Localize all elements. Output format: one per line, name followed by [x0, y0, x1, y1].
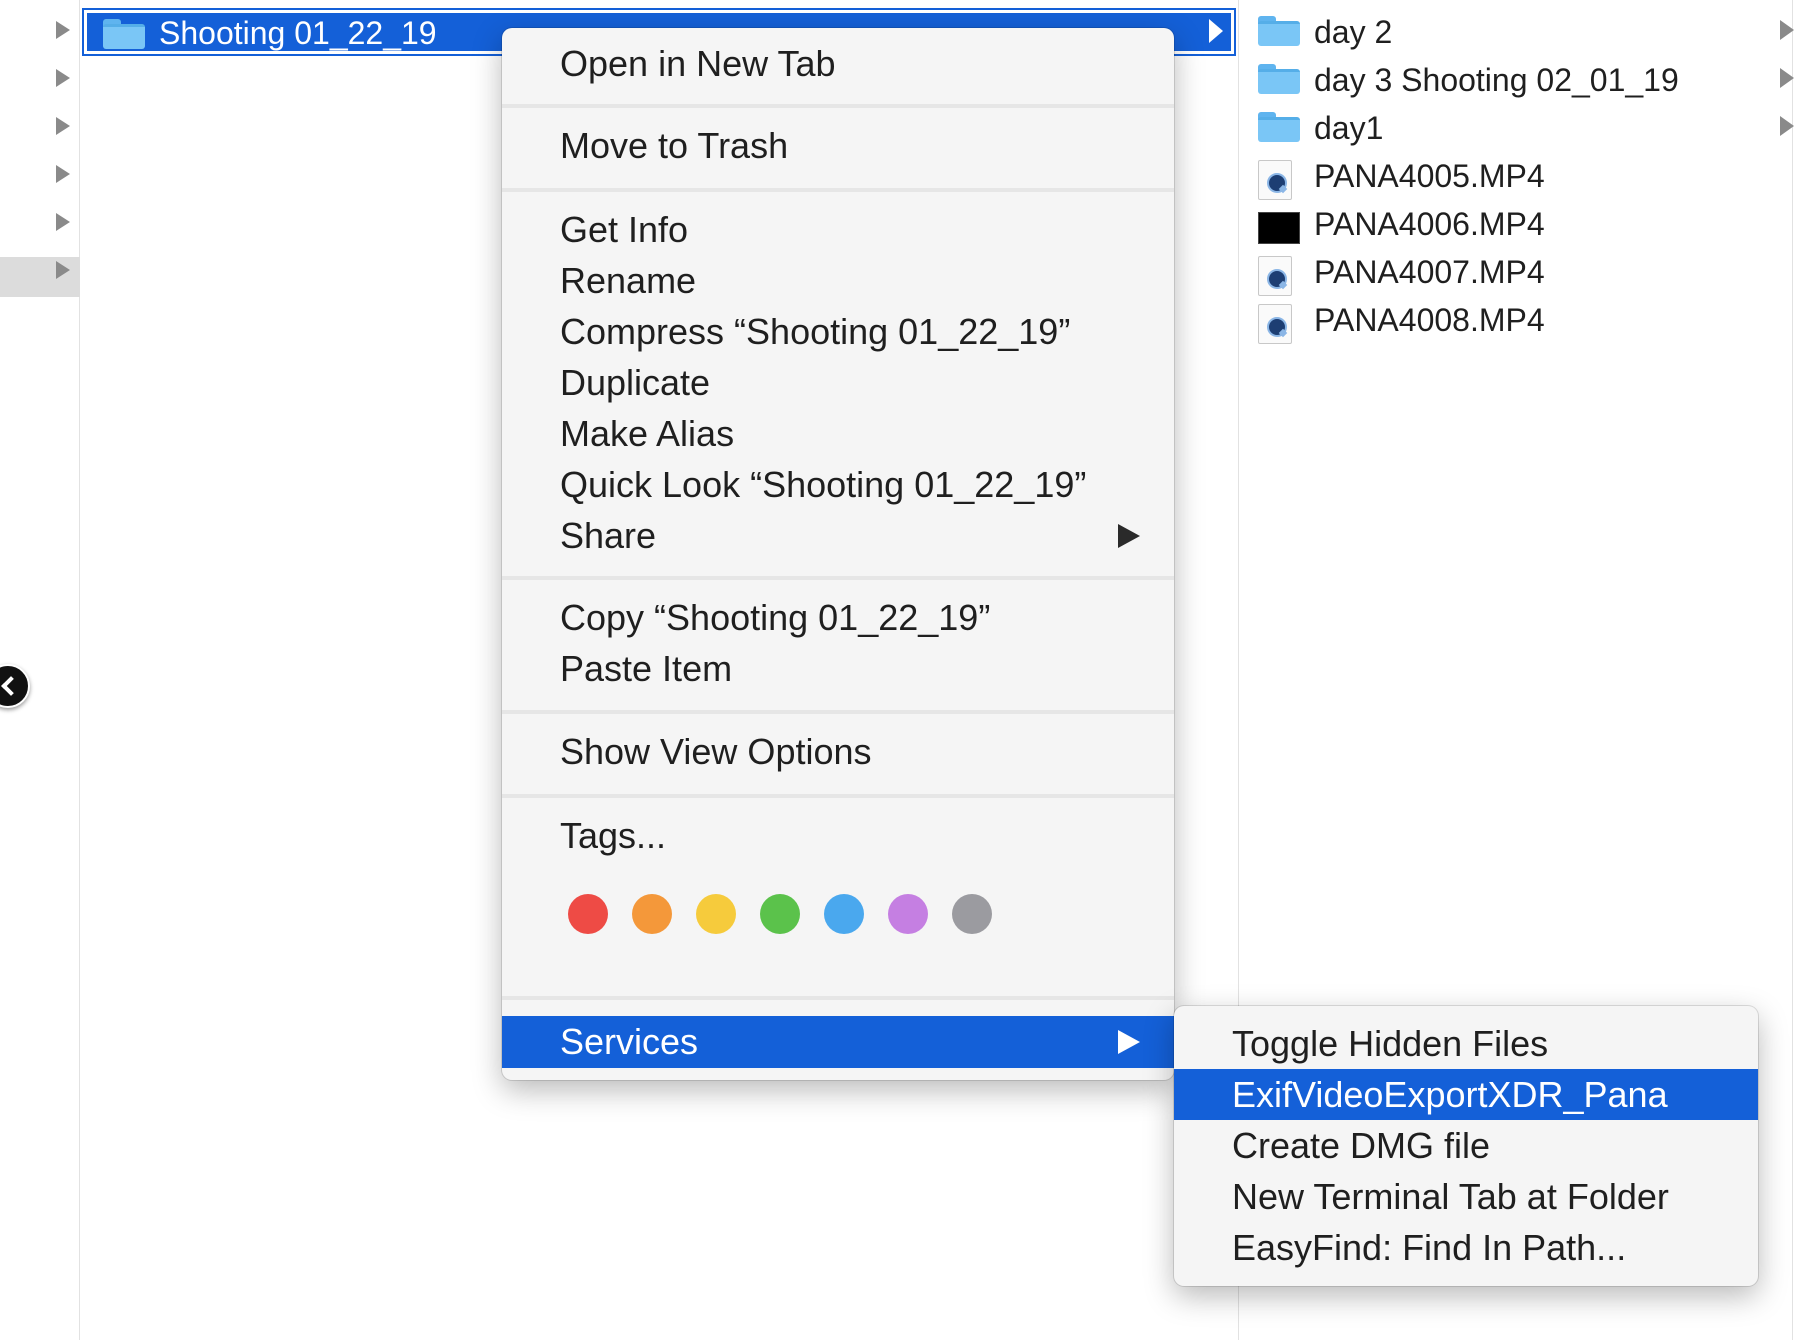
menu-separator: [502, 104, 1174, 108]
menu-item-services-label: Services: [560, 1021, 699, 1062]
disclosure-triangle-icon[interactable]: [56, 69, 70, 87]
list-item[interactable]: PANA4005.MP4: [1254, 156, 1804, 204]
services-submenu: Toggle Hidden Files ExifVideoExportXDR_P…: [1174, 1006, 1758, 1286]
tag-yellow-dot[interactable]: [696, 894, 736, 934]
service-item[interactable]: ExifVideoExportXDR_Pana: [1174, 1069, 1758, 1120]
menu-item-show-view-options[interactable]: Show View Options: [502, 726, 1174, 778]
tag-purple-dot[interactable]: [888, 894, 928, 934]
menu-item-paste-item[interactable]: Paste Item: [502, 643, 1174, 695]
chevron-right-icon: [1780, 116, 1794, 136]
chevron-right-icon: [1209, 19, 1223, 43]
tag-red-dot[interactable]: [568, 894, 608, 934]
selected-folder-name: Shooting 01_22_19: [159, 15, 437, 51]
service-item[interactable]: Toggle Hidden Files: [1174, 1018, 1758, 1069]
disclosure-triangle-icon[interactable]: [56, 261, 70, 279]
list-item[interactable]: PANA4007.MP4: [1254, 252, 1804, 300]
file-list: day 2 day 3 Shooting 02_01_19 day1 PANA4…: [1254, 12, 1804, 348]
menu-item-rename[interactable]: Rename: [502, 255, 1174, 307]
quicktime-file-icon: [1258, 256, 1292, 296]
disclosure-triangle-icon[interactable]: [56, 21, 70, 39]
disclosure-triangle-icon[interactable]: [56, 117, 70, 135]
tag-blue-dot[interactable]: [824, 894, 864, 934]
menu-separator: [502, 794, 1174, 798]
chevron-right-icon: [1780, 20, 1794, 40]
video-thumbnail-icon: [1258, 212, 1300, 244]
file-name: day1: [1314, 110, 1384, 146]
menu-separator: [502, 188, 1174, 192]
menu-item-open-in-new-tab[interactable]: Open in New Tab: [502, 38, 1174, 90]
chevron-right-icon: [1780, 68, 1794, 88]
menu-item-duplicate[interactable]: Duplicate: [502, 357, 1174, 409]
file-name: PANA4006.MP4: [1314, 206, 1545, 242]
quicktime-file-icon: [1258, 160, 1292, 200]
menu-item-compress[interactable]: Compress “Shooting 01_22_19”: [502, 306, 1174, 358]
menu-item-tags[interactable]: Tags...: [502, 810, 1174, 862]
menu-item-quick-look[interactable]: Quick Look “Shooting 01_22_19”: [502, 459, 1174, 511]
menu-item-share[interactable]: Share: [502, 510, 1174, 562]
disclosure-triangle-icon[interactable]: [56, 165, 70, 183]
menu-item-copy[interactable]: Copy “Shooting 01_22_19”: [502, 592, 1174, 644]
menu-separator: [502, 710, 1174, 714]
menu-item-move-to-trash[interactable]: Move to Trash: [502, 120, 1174, 172]
menu-separator: [502, 576, 1174, 580]
folder-icon: [1258, 64, 1300, 94]
tag-green-dot[interactable]: [760, 894, 800, 934]
folder-icon: [1258, 16, 1300, 46]
file-name: day 2: [1314, 14, 1393, 50]
service-item[interactable]: Create DMG file: [1174, 1120, 1758, 1171]
menu-item-get-info[interactable]: Get Info: [502, 204, 1174, 256]
context-menu: Open in New Tab Move to Trash Get Info R…: [502, 28, 1174, 1080]
menu-item-share-label: Share: [560, 515, 657, 556]
submenu-arrow-icon: [1118, 524, 1140, 548]
list-item[interactable]: day 3 Shooting 02_01_19: [1254, 60, 1804, 108]
tag-gray-dot[interactable]: [952, 894, 992, 934]
service-item[interactable]: EasyFind: Find In Path...: [1174, 1222, 1758, 1273]
list-item[interactable]: PANA4006.MP4: [1254, 204, 1804, 252]
quicktime-file-icon: [1258, 304, 1292, 344]
service-item[interactable]: New Terminal Tab at Folder: [1174, 1171, 1758, 1222]
submenu-arrow-icon: [1118, 1030, 1140, 1054]
file-name: PANA4005.MP4: [1314, 158, 1545, 194]
disclosure-triangle-icon[interactable]: [56, 213, 70, 231]
menu-separator: [502, 996, 1174, 1000]
list-item[interactable]: PANA4008.MP4: [1254, 300, 1804, 348]
file-name: PANA4007.MP4: [1314, 254, 1545, 290]
file-name: PANA4008.MP4: [1314, 302, 1545, 338]
menu-item-services[interactable]: Services: [502, 1016, 1174, 1068]
list-item[interactable]: day1: [1254, 108, 1804, 156]
tag-orange-dot[interactable]: [632, 894, 672, 934]
folder-icon: [103, 19, 145, 49]
folder-icon: [1258, 112, 1300, 142]
file-name: day 3 Shooting 02_01_19: [1314, 62, 1679, 98]
list-item[interactable]: day 2: [1254, 12, 1804, 60]
menu-item-make-alias[interactable]: Make Alias: [502, 408, 1174, 460]
